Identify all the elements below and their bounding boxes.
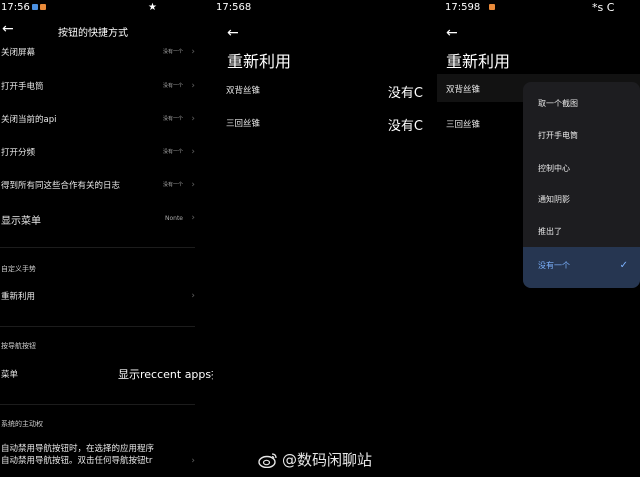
row-label: 菜单 — [1, 370, 19, 380]
shortcut-row-split-screen[interactable]: 打开分频 没有一个 › — [0, 142, 205, 164]
shortcut-row-screen-off[interactable]: 关闭屏幕 没有一个 › — [0, 42, 205, 64]
dropdown-option[interactable]: 控制中心 — [538, 163, 570, 174]
dropdown-option[interactable]: 取一个截图 — [538, 98, 578, 109]
status-app-icons — [489, 4, 495, 10]
action-dropdown-menu: 取一个截图 打开手电筒 控制中心 通知阴影 推出了 没有一个 ✓ — [523, 82, 640, 288]
divider — [0, 247, 195, 248]
app-notification-icon — [489, 4, 495, 10]
row-label: 重新利用 — [1, 292, 36, 302]
watermark-text: @数码闲聊站 — [282, 451, 373, 469]
dropdown-option-selected[interactable]: 没有一个 ✓ — [523, 247, 640, 288]
chevron-right-icon: › — [191, 213, 195, 223]
back-arrow-icon[interactable]: ← — [227, 26, 239, 40]
status-indicators: *s C — [592, 1, 615, 14]
row-label: 显示菜单 — [1, 216, 41, 227]
back-arrow-icon[interactable]: ← — [2, 22, 14, 36]
chevron-right-icon: › — [191, 291, 195, 301]
page-title: 重新利用 — [227, 52, 292, 71]
back-arrow-icon[interactable]: ← — [446, 26, 458, 40]
divider — [0, 404, 195, 405]
selected-option-label: 没有一个 — [538, 261, 570, 270]
row-label: 关闭当前的api — [1, 115, 57, 125]
reuse-row-triple-tap[interactable]: 三回丝锥 没有C — [213, 115, 433, 141]
chevron-right-icon: › — [191, 180, 195, 190]
row-label: 三回丝锥 — [226, 119, 261, 129]
divider — [0, 326, 195, 327]
section-header-gestures: 自定义手势 — [1, 265, 36, 273]
shortcut-row-close-app[interactable]: 关闭当前的api 没有一个 › — [0, 109, 205, 131]
row-label: 关闭屏幕 — [1, 48, 36, 58]
shortcut-row-show-menu[interactable]: 显示菜单 Nonte › — [0, 208, 205, 230]
row-label: 双背丝锥 — [226, 86, 261, 96]
status-time: 17:598 — [445, 2, 481, 13]
chevron-right-icon: › — [191, 47, 195, 57]
page-title: 按钮的快捷方式 — [58, 28, 128, 39]
row-label: 双背丝锥 — [446, 85, 481, 95]
chevron-right-icon: › — [191, 81, 195, 91]
app-notification-icon — [40, 4, 46, 10]
description-line: 自动禁用导航按钮。双击任何导航按钮tr — [1, 456, 153, 466]
reuse-dropdown-panel: 17:598 *s C ← 重新利用 双背丝锥 三回丝锥 取一个截图 打开手电筒… — [437, 0, 640, 477]
shortcuts-panel: 17:56 ★ ← 按钮的快捷方式 关闭屏幕 没有一个 › 打开手电筒 没有一个… — [0, 0, 205, 477]
section-header-system-control: 系统的主动权 — [1, 420, 43, 428]
description-line: 自动禁用导航按钮时，在选择的应用程序 — [1, 444, 155, 454]
row-value: 没有一个 — [162, 49, 183, 55]
row-value: 没有一个 — [162, 182, 183, 188]
reuse-row-double-tap[interactable]: 双背丝锥 没有C — [213, 82, 433, 108]
row-value: 没有一个 — [162, 83, 183, 89]
page-title: 重新利用 — [446, 52, 511, 71]
watermark: @数码闲聊站 — [258, 449, 372, 470]
status-time: 17:568 — [216, 2, 252, 13]
row-value: 没有一个 — [162, 116, 183, 122]
shortcut-row-logs[interactable]: 得到所有同这些合作有关的日志 没有一个 › — [0, 175, 205, 197]
gesture-row-reuse[interactable]: 重新利用 › — [0, 286, 205, 308]
row-value: 没有C — [387, 119, 423, 134]
row-label: 打开手电筒 — [1, 82, 44, 92]
row-label: 打开分频 — [1, 148, 36, 158]
status-star-icon: ★ — [148, 2, 157, 13]
row-label: 得到所有同这些合作有关的日志 — [1, 181, 121, 191]
dropdown-option[interactable]: 推出了 — [538, 226, 562, 237]
chevron-right-icon: › — [191, 147, 195, 157]
row-value: Nonte — [164, 215, 183, 222]
dropdown-option[interactable]: 通知阴影 — [538, 194, 570, 205]
row-label: 三回丝锥 — [446, 120, 481, 130]
weibo-logo-icon — [258, 452, 277, 468]
checkmark-icon: ✓ — [619, 260, 628, 271]
dropdown-option[interactable]: 打开手电筒 — [538, 130, 578, 141]
app-notification-icon — [32, 4, 38, 10]
reuse-panel: 17:568 ← 重新利用 双背丝锥 没有C 三回丝锥 没有C — [213, 0, 433, 477]
shortcut-row-flashlight[interactable]: 打开手电筒 没有一个 › — [0, 76, 205, 98]
chevron-right-icon: › — [191, 114, 195, 124]
status-app-icons — [32, 4, 46, 10]
section-header-nav-buttons: 按导航按钮 — [1, 342, 36, 350]
auto-disable-description[interactable]: 自动禁用导航按钮时，在选择的应用程序 自动禁用导航按钮。双击任何导航按钮tr — [1, 443, 154, 467]
status-time: 17:56 — [1, 2, 30, 13]
row-value: 没有一个 — [162, 149, 183, 155]
row-value: 没有C — [387, 86, 423, 101]
chevron-right-icon: › — [191, 456, 195, 466]
